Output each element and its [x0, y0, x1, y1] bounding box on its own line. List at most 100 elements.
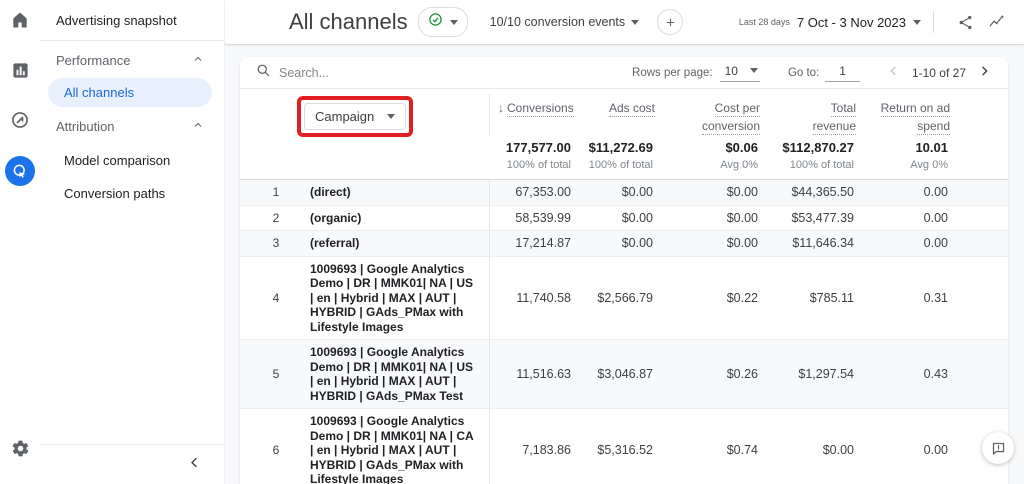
cell-ads-cost: $0.00	[621, 210, 653, 225]
campaign-dimension-label: Campaign	[315, 109, 375, 124]
cell-conversions: 7,183.86	[522, 443, 571, 458]
cell-total-revenue: $11,646.34	[792, 236, 854, 251]
cell-row-number: 1	[272, 185, 280, 200]
nav-section-attribution[interactable]: Attribution	[40, 109, 224, 144]
cell-conversions: 17,214.87	[515, 236, 571, 251]
page-title: All channels	[289, 9, 408, 34]
caret-down-icon	[913, 19, 921, 25]
nav-item-advertising-snapshot[interactable]: Advertising snapshot	[40, 0, 224, 40]
cell-row-number: 2	[272, 210, 280, 225]
column-header-conversions[interactable]: ↓ Conversions	[490, 94, 574, 117]
cell-campaign-name: 1009693 | Google Analytics Demo | DR | M…	[296, 409, 490, 484]
cell-campaign-name: (referral)	[296, 231, 490, 256]
column-header-ads-cost[interactable]: Ads cost	[573, 94, 655, 117]
cell-cost-per-conversion: $0.00	[726, 210, 758, 225]
chevron-up-icon	[192, 119, 204, 134]
cell-ads-cost: $0.00	[621, 185, 653, 200]
nav-item-all-channels[interactable]: All channels	[48, 78, 212, 107]
table-totals-row: 177,577.00 100% of total $11,272.69 100% o…	[240, 137, 1008, 180]
date-range-picker[interactable]: 7 Oct - 3 Nov 2023	[797, 15, 921, 30]
table-body: 1 (direct) 67,353.00 $0.00 $0.00 $44,365.50 0.…	[240, 180, 1008, 484]
column-header-label: Cost per conversion	[701, 101, 760, 135]
cell-roas: 0.31	[923, 290, 948, 305]
nav-section-performance[interactable]: Performance	[40, 43, 224, 78]
caret-down-icon	[749, 68, 758, 73]
column-header-label: Conversions	[507, 101, 574, 117]
cell-campaign-name: (organic)	[296, 205, 490, 230]
next-page-icon[interactable]	[976, 63, 992, 82]
cell-cost-per-conversion: $0.22	[726, 290, 758, 305]
share-icon[interactable]	[952, 9, 978, 35]
totals-total-revenue: $112,870.27 100% of total	[782, 140, 854, 171]
home-icon[interactable]	[6, 6, 34, 34]
campaign-dimension-button[interactable]: Campaign	[304, 103, 407, 130]
rows-per-page-select[interactable]: 10	[719, 63, 760, 82]
goto-page-input[interactable]: 1	[825, 64, 860, 82]
search-box	[256, 63, 632, 83]
caret-down-icon	[387, 114, 396, 119]
report-status-button[interactable]	[417, 7, 468, 37]
cell-campaign-name: 1009693 | Google Analytics Demo | DR | M…	[296, 340, 490, 408]
search-icon	[256, 63, 271, 83]
insights-icon[interactable]	[984, 9, 1010, 35]
cell-ads-cost: $0.00	[621, 236, 653, 251]
totals-cost-per-conversion: $0.06 Avg 0%	[720, 140, 758, 171]
pagination-info: 1-10 of 27	[911, 65, 966, 80]
date-preset-label: Last 28 days	[738, 17, 790, 27]
column-header-cost-per-conversion[interactable]: Cost per conversion	[655, 94, 760, 135]
column-header-total-revenue[interactable]: Total revenue	[760, 94, 856, 135]
cell-roas: 0.00	[923, 185, 948, 200]
table-row: 6 1009693 | Google Analytics Demo | DR | …	[240, 409, 1008, 484]
main-content: All channels 10/10 conversion events Las…	[225, 0, 1024, 484]
goto-label: Go to:	[787, 66, 820, 79]
cell-row-number: 5	[272, 367, 280, 381]
cell-conversions: 11,740.58	[516, 290, 571, 305]
header-divider	[933, 11, 934, 33]
caret-down-icon	[449, 19, 458, 25]
reports-icon[interactable]	[6, 56, 34, 84]
nav-item-model-comparison[interactable]: Model comparison	[40, 144, 224, 177]
icon-rail	[0, 0, 40, 484]
advertising-icon[interactable]	[5, 156, 35, 186]
cell-campaign-name: (direct)	[296, 180, 490, 205]
explore-icon[interactable]	[6, 106, 34, 134]
caret-down-icon	[631, 19, 640, 25]
cell-roas: 0.00	[923, 210, 948, 225]
rows-per-page-value: 10	[724, 63, 738, 78]
annotation-box: Campaign	[297, 96, 414, 137]
table-row: 1 (direct) 67,353.00 $0.00 $0.00 $44,365.50 0.…	[240, 180, 1008, 206]
cell-total-revenue: $785.11	[809, 290, 854, 305]
add-icon[interactable]	[657, 9, 684, 35]
cell-roas: 0.00	[923, 443, 948, 458]
search-input[interactable]	[279, 65, 499, 80]
cell-cost-per-conversion: $0.00	[726, 185, 758, 200]
report-table-card: Rows per page: 10 Go to: 1 1-10 of 27	[240, 57, 1008, 484]
cell-cost-per-conversion: $0.74	[726, 443, 758, 458]
table-row: 5 1009693 | Google Analytics Demo | DR | …	[240, 340, 1008, 409]
cell-roas: 0.00	[923, 236, 948, 251]
feedback-icon[interactable]	[982, 432, 1014, 464]
column-header-label: Total revenue	[812, 101, 856, 135]
conversion-events-dropdown[interactable]: 10/10 conversion events	[490, 15, 640, 29]
nav-divider	[40, 444, 224, 445]
totals-conversions: 177,577.00 100% of total	[505, 140, 571, 171]
cell-total-revenue: $53,477.39	[791, 210, 854, 225]
sort-desc-icon: ↓	[498, 101, 504, 115]
cell-total-revenue: $1,297.54	[798, 367, 854, 381]
dimension-header-cell: Campaign	[296, 94, 490, 137]
table-toolbar: Rows per page: 10 Go to: 1 1-10 of 27	[240, 57, 1008, 89]
nav-item-conversion-paths[interactable]: Conversion paths	[40, 177, 224, 210]
cell-cost-per-conversion: $0.26	[726, 367, 758, 381]
cell-row-number: 4	[272, 290, 280, 305]
column-header-return-on-ad-spend[interactable]: Return on ad spend	[856, 94, 950, 135]
collapse-icon[interactable]	[40, 447, 224, 484]
cell-roas: 0.43	[923, 367, 948, 381]
totals-ads-cost: $11,272.69 100% of total	[588, 140, 653, 171]
nav-drawer: Advertising snapshot Performance All cha…	[40, 0, 225, 484]
prev-page-icon[interactable]	[886, 63, 902, 82]
cell-cost-per-conversion: $0.00	[726, 236, 758, 251]
app-window: Advertising snapshot Performance All cha…	[0, 0, 1024, 484]
nav-section-label: Attribution	[56, 119, 115, 134]
settings-icon[interactable]	[6, 434, 34, 462]
cell-row-number: 6	[272, 443, 280, 458]
